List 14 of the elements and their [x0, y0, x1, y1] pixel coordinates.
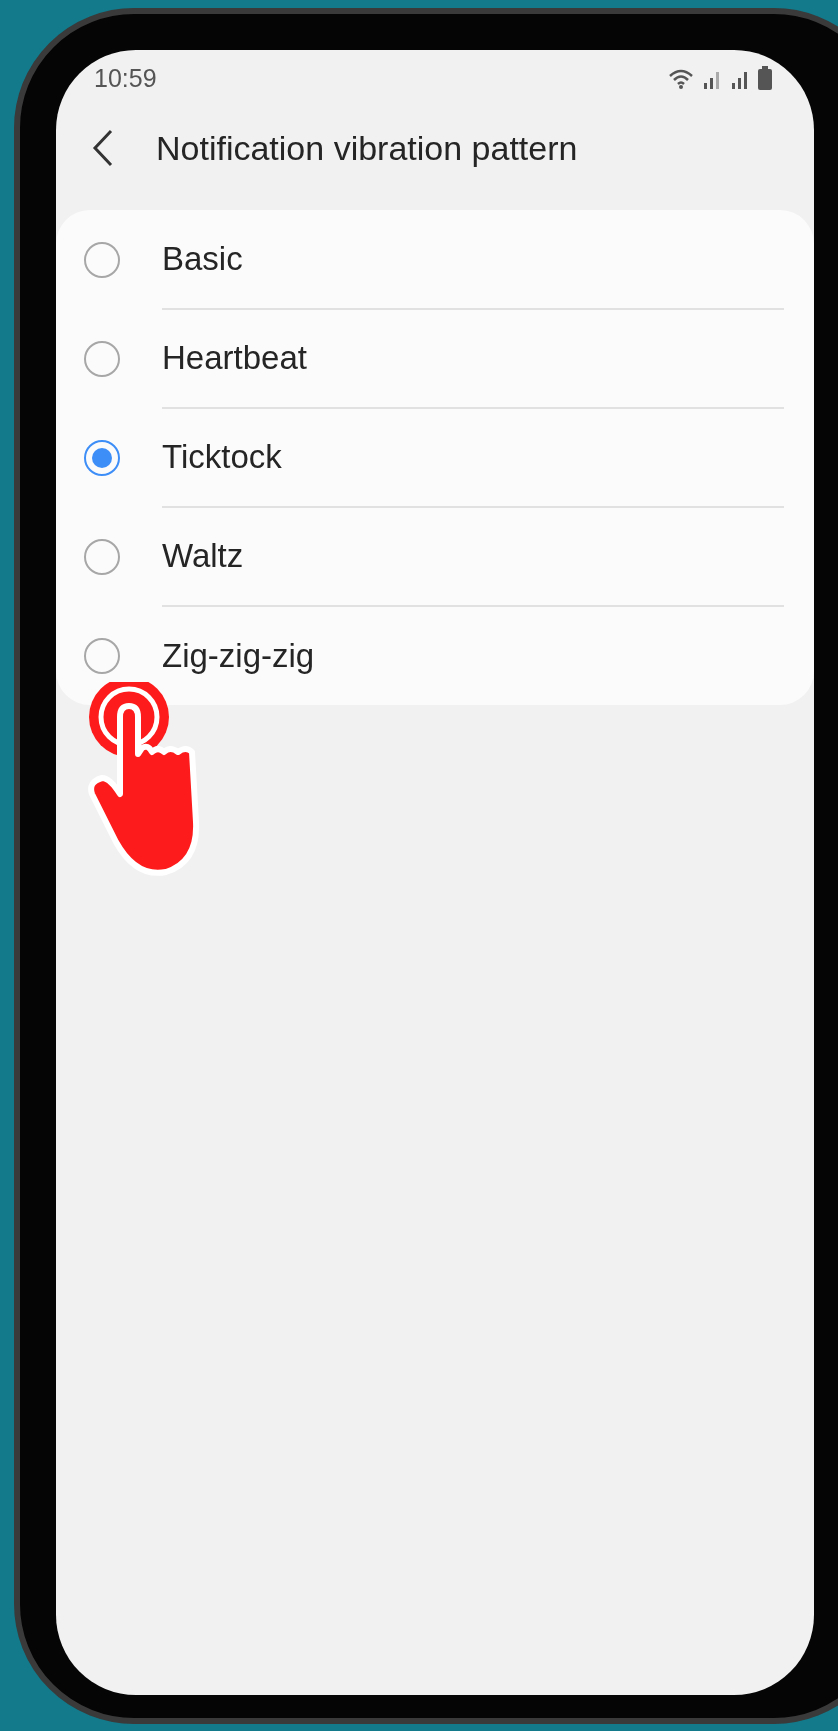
radio-button[interactable] — [84, 241, 120, 278]
option-label[interactable]: Basic — [162, 239, 243, 278]
radio-button[interactable] — [84, 637, 120, 674]
radio-button[interactable] — [84, 340, 120, 377]
option-label[interactable]: Ticktock — [162, 437, 282, 476]
page-title: Notification vibration pattern — [156, 128, 578, 168]
option-label[interactable]: Heartbeat — [162, 338, 307, 377]
radio-button[interactable] — [84, 538, 120, 575]
radio-button[interactable] — [84, 439, 120, 476]
back-icon — [92, 129, 114, 167]
battery-icon — [758, 66, 772, 90]
option-label[interactable]: Waltz — [162, 536, 244, 575]
option-label[interactable]: Zig-zig-zig — [162, 636, 315, 675]
status-time: 10:59 — [94, 63, 157, 93]
